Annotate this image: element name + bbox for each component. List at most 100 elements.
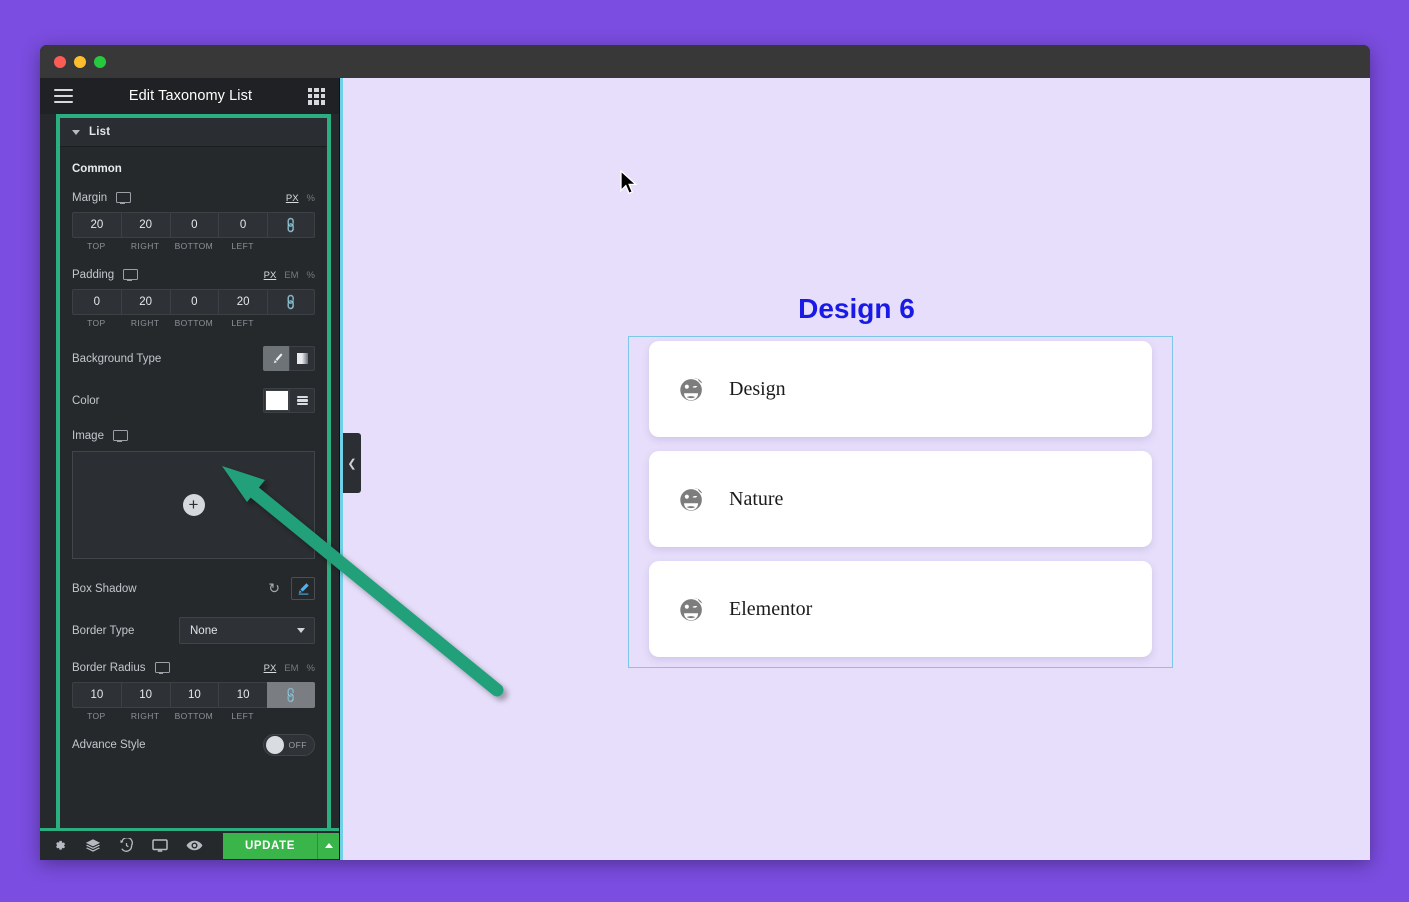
grid-icon[interactable]: [307, 87, 325, 105]
image-label-group: Image: [72, 430, 128, 442]
unit-px[interactable]: PX: [264, 663, 277, 674]
section-title: List: [89, 126, 111, 138]
border-radius-link-button[interactable]: 🔗: [267, 682, 315, 708]
radius-right-input[interactable]: 10: [120, 682, 170, 708]
pencil-glyph: [298, 583, 309, 595]
grin-face-icon: [680, 597, 703, 621]
padding-side-labels: TOP RIGHT BOTTOM LEFT: [72, 318, 315, 328]
preview-eye-icon[interactable]: [186, 839, 203, 852]
monitor-icon[interactable]: [123, 269, 139, 281]
chevron-left-icon: ❮: [347, 457, 357, 470]
panel-collapse-tab[interactable]: ❮: [343, 433, 361, 493]
label-top: TOP: [87, 318, 106, 328]
elementor-panel: Edit Taxonomy List List Common Margin PX…: [40, 78, 340, 860]
padding-top-input[interactable]: 0: [72, 289, 121, 315]
border-type-value: None: [190, 624, 218, 637]
list-item-label: Nature: [729, 487, 784, 510]
monitor-icon[interactable]: [116, 192, 132, 204]
section-header-list[interactable]: List: [60, 118, 327, 147]
label-right: RIGHT: [130, 711, 160, 721]
image-dropzone[interactable]: +: [72, 451, 315, 559]
window-close-button[interactable]: [54, 55, 66, 68]
chain-icon: 🔗: [282, 293, 301, 312]
unit-percent[interactable]: %: [307, 193, 315, 204]
hamburger-icon[interactable]: [54, 89, 73, 103]
panel-footer: UPDATE: [40, 828, 339, 860]
monitor-icon[interactable]: [154, 662, 170, 674]
navigator-layers-icon[interactable]: [85, 838, 101, 853]
history-clock-icon[interactable]: [119, 838, 134, 853]
advance-style-toggle[interactable]: OFF: [263, 734, 315, 756]
chevron-down-icon: [297, 628, 305, 633]
chain-icon: 🔗: [282, 686, 301, 705]
list-item-label: Elementor: [729, 597, 813, 620]
margin-top-input[interactable]: 20: [72, 212, 121, 238]
list-item[interactable]: Elementor: [649, 561, 1152, 657]
margin-right-input[interactable]: 20: [120, 212, 170, 238]
responsive-monitor-icon[interactable]: [152, 838, 168, 853]
padding-link-button[interactable]: 🔗: [267, 289, 315, 315]
label-right: RIGHT: [130, 241, 160, 251]
background-type-gradient-button[interactable]: [289, 346, 315, 371]
color-swatch-button[interactable]: [263, 388, 289, 413]
border-radius-label: Border Radius: [72, 662, 146, 674]
pencil-icon[interactable]: [291, 577, 315, 600]
window-titlebar: [40, 45, 1370, 78]
color-choices: [263, 388, 315, 413]
label-bottom: BOTTOM: [174, 711, 214, 721]
radius-left-input[interactable]: 10: [218, 682, 267, 708]
margin-units: PX %: [286, 193, 315, 204]
list-item[interactable]: Nature: [649, 451, 1152, 547]
reset-icon[interactable]: ↻: [268, 580, 280, 597]
update-button[interactable]: UPDATE: [222, 832, 317, 859]
margin-label-group: Margin: [72, 192, 132, 204]
padding-label: Padding: [72, 269, 115, 281]
margin-inputs: 20 20 0 0 🔗: [72, 212, 315, 238]
margin-link-button[interactable]: 🔗: [267, 212, 315, 238]
margin-side-labels: TOP RIGHT BOTTOM LEFT: [72, 241, 315, 251]
radius-top-input[interactable]: 10: [72, 682, 121, 708]
border-type-select[interactable]: None: [179, 617, 315, 644]
window-body: Edit Taxonomy List List Common Margin PX…: [40, 78, 1370, 860]
unit-percent[interactable]: %: [307, 663, 315, 674]
settings-gear-icon[interactable]: [52, 838, 67, 853]
window-minimize-button[interactable]: [74, 55, 86, 68]
label-left: LEFT: [231, 711, 254, 721]
unit-px[interactable]: PX: [264, 270, 277, 281]
padding-right-input[interactable]: 20: [120, 289, 170, 315]
label-top: TOP: [87, 711, 106, 721]
padding-bottom-input[interactable]: 0: [169, 289, 219, 315]
unit-percent[interactable]: %: [307, 270, 315, 281]
unit-px[interactable]: PX: [286, 193, 299, 204]
background-type-label: Background Type: [72, 352, 162, 365]
border-radius-inputs: 10 10 10 10 🔗: [72, 682, 315, 708]
color-globals-button[interactable]: [289, 388, 315, 413]
monitor-icon[interactable]: [112, 430, 128, 442]
globals-icon: [296, 395, 308, 406]
update-options-button[interactable]: [317, 832, 339, 859]
section-body: Common Margin PX % 20 20 0 0 🔗 TOP RIGHT…: [60, 147, 327, 770]
margin-bottom-input[interactable]: 0: [169, 212, 219, 238]
border-radius-label-group: Border Radius: [72, 662, 170, 674]
border-radius-side-labels: TOP RIGHT BOTTOM LEFT: [72, 711, 315, 721]
chevron-down-icon: [72, 129, 80, 135]
subsection-label: Common: [72, 163, 122, 175]
padding-left-input[interactable]: 20: [218, 289, 267, 315]
brush-icon: [273, 353, 282, 363]
unit-em[interactable]: EM: [284, 270, 298, 281]
list-item[interactable]: Design: [649, 341, 1152, 437]
window-maximize-button[interactable]: [94, 55, 106, 68]
label-right: RIGHT: [130, 318, 160, 328]
margin-left-input[interactable]: 0: [218, 212, 267, 238]
padding-label-group: Padding: [72, 269, 139, 281]
taxonomy-list-widget[interactable]: Design Nature Elementor: [628, 336, 1173, 668]
image-row: Image: [72, 430, 315, 442]
radius-bottom-input[interactable]: 10: [169, 682, 219, 708]
background-type-classic-button[interactable]: [263, 346, 289, 371]
label-bottom: BOTTOM: [174, 318, 214, 328]
footer-icon-group: [46, 838, 223, 853]
padding-control-row: Padding PX EM %: [72, 269, 315, 281]
unit-em[interactable]: EM: [284, 663, 298, 674]
padding-inputs: 0 20 0 20 🔗: [72, 289, 315, 315]
color-row: Color: [72, 388, 315, 413]
